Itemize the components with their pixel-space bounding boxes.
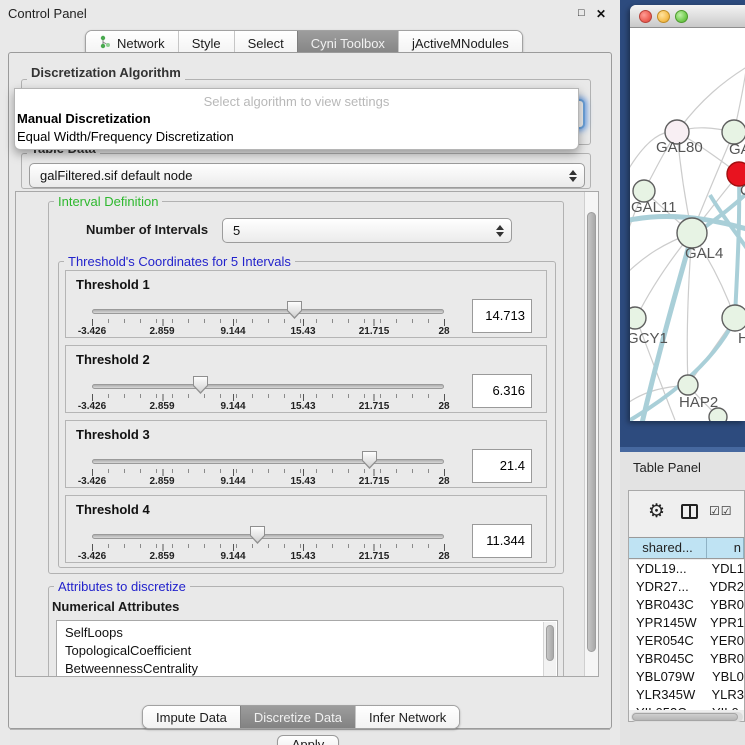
network-tab-icon — [99, 35, 112, 52]
svg-text:GAL80: GAL80 — [656, 139, 703, 156]
threshold-2-slider-handle[interactable] — [193, 376, 208, 394]
threshold-4-slider-track[interactable] — [92, 534, 444, 539]
threshold-1-slider-track[interactable] — [92, 309, 444, 314]
table-panel: Table Panel ⚙ ☑☑ shared... n YDL19...YDL… — [620, 452, 745, 745]
tab-infer-network[interactable]: Infer Network — [355, 706, 459, 728]
threshold-1-panel: Threshold 1 -3.4262.8599.14415.4321.7152… — [65, 270, 547, 338]
table-row[interactable]: YIL052CYIL0 — [629, 704, 744, 710]
threshold-1-label: Threshold 1 — [76, 277, 150, 292]
threshold-3-panel: Threshold 3 -3.4262.8599.14415.4321.7152… — [65, 420, 547, 488]
table-header-row: shared... n — [629, 537, 744, 559]
split-columns-icon[interactable] — [681, 504, 698, 519]
threshold-3-value-field[interactable]: 21.4 — [472, 449, 532, 483]
table-row[interactable]: YDR27...YDR2 — [629, 578, 744, 596]
settings-vertical-scrollbar[interactable] — [584, 192, 598, 676]
column-header-name[interactable]: n — [707, 538, 744, 558]
gear-icon[interactable]: ⚙ — [648, 500, 665, 523]
threshold-1-slider-handle[interactable] — [287, 301, 302, 319]
svg-text:GAL4: GAL4 — [685, 245, 723, 262]
number-of-intervals-spinner[interactable]: 5 — [222, 218, 512, 243]
table-horizontal-scrollbar[interactable] — [631, 712, 743, 722]
node-gcy1[interactable] — [630, 307, 646, 329]
table-row[interactable]: YBR043CYBR0 — [629, 596, 744, 614]
threshold-2-panel: Threshold 2 -3.4262.8599.14415.4321.7152… — [65, 345, 547, 413]
svg-text:H: H — [738, 330, 745, 347]
table-row[interactable]: YLR345WYLR3 — [629, 686, 744, 704]
scrollbar-thumb[interactable] — [632, 713, 738, 721]
cyni-toolbox-panel: Discretization Algorithm Table Data galF… — [8, 52, 612, 729]
svg-text:GA: GA — [729, 141, 745, 158]
settings-scroll-area: Interval Definition Number of Intervals … — [15, 191, 599, 677]
table-row[interactable]: YER054CYER0 — [629, 632, 744, 650]
table-data-combobox[interactable]: galFiltered.sif default node — [29, 163, 585, 188]
number-of-intervals-label: Number of Intervals — [86, 222, 208, 237]
spinner-stepper-icon — [495, 225, 504, 237]
apply-button[interactable]: Apply — [277, 735, 339, 745]
table-row[interactable]: YPR145WYPR1 — [629, 614, 744, 632]
close-icon[interactable]: ✕ — [596, 7, 606, 21]
table-rows: YDL19...YDL1 YDR27...YDR2 YBR043CYBR0 YP… — [629, 560, 744, 710]
threshold-3-label: Threshold 3 — [76, 427, 150, 442]
combo-stepper-icon — [568, 170, 577, 182]
mac-close-button[interactable] — [639, 10, 652, 23]
list-item[interactable]: BetweennessCentrality — [57, 660, 557, 677]
list-scrollbar[interactable] — [543, 622, 556, 677]
list-item[interactable]: TopologicalCoefficient — [57, 642, 557, 660]
panel-title: Control Panel — [8, 6, 87, 21]
dropdown-hint: Select algorithm to view settings — [15, 93, 578, 110]
list-item[interactable]: SelfLoops — [57, 624, 557, 642]
table-row[interactable]: YDL19...YDL1 — [629, 560, 744, 578]
column-header-shared[interactable]: shared... — [629, 538, 707, 558]
attributes-group-title: Attributes to discretize — [54, 579, 190, 594]
network-canvas[interactable]: GAL80 GA C GAL11 GAL4 GCY1 H HAP2 — [630, 28, 745, 421]
tab-impute-data[interactable]: Impute Data — [143, 706, 240, 728]
table-toolbar: ⚙ ☑☑ — [629, 491, 744, 536]
dropdown-option-equal-width[interactable]: Equal Width/Frequency Discretization — [15, 128, 578, 146]
checkbox-column-icons[interactable]: ☑☑ — [709, 504, 733, 518]
table-row[interactable]: YBR045CYBR0 — [629, 650, 744, 668]
table-panel-title: Table Panel — [633, 460, 701, 475]
cyni-bottom-tabs: Impute Data Discretize Data Infer Networ… — [142, 705, 460, 729]
network-window: GAL80 GA C GAL11 GAL4 GCY1 H HAP2 — [630, 5, 745, 421]
threshold-2-label: Threshold 2 — [76, 352, 150, 367]
threshold-2-value-field[interactable]: 6.316 — [472, 374, 532, 408]
algorithm-dropdown-popup: Select algorithm to view settings Manual… — [14, 88, 579, 150]
threshold-3-slider-handle[interactable] — [362, 451, 377, 469]
node-gal4[interactable] — [677, 218, 707, 248]
svg-text:GCY1: GCY1 — [630, 330, 668, 347]
float-window-icon[interactable]: □ — [578, 7, 585, 19]
threshold-4-panel: Threshold 4 -3.4262.8599.14415.4321.7152… — [65, 495, 547, 563]
tab-discretize-data[interactable]: Discretize Data — [240, 706, 355, 728]
threshold-4-slider-handle[interactable] — [250, 526, 265, 544]
numerical-attributes-list[interactable]: SelfLoops TopologicalCoefficient Between… — [56, 620, 558, 677]
threshold-4-value-field[interactable]: 11.344 — [472, 524, 532, 558]
mac-zoom-button[interactable] — [675, 10, 688, 23]
node-hap2[interactable] — [678, 375, 698, 395]
application-window: Control Panel □ ✕ Network Style Select C… — [0, 0, 745, 745]
numerical-attributes-label: Numerical Attributes — [52, 599, 179, 614]
thresholds-group-title: Threshold's Coordinates for 5 Intervals — [64, 254, 295, 269]
threshold-4-label: Threshold 4 — [76, 502, 150, 517]
control-panel-titlebar: Control Panel □ ✕ — [0, 0, 620, 28]
table-panel-body: ⚙ ☑☑ shared... n YDL19...YDL1 YDR27...YD… — [628, 490, 745, 722]
svg-text:GAL11: GAL11 — [631, 199, 677, 216]
node-h[interactable] — [722, 305, 745, 331]
table-row[interactable]: YBL079WYBL0 — [629, 668, 744, 686]
mac-minimize-button[interactable] — [657, 10, 670, 23]
network-view-frame: GAL80 GA C GAL11 GAL4 GCY1 H HAP2 — [620, 0, 745, 452]
threshold-2-slider-track[interactable] — [92, 384, 444, 389]
dropdown-option-manual[interactable]: Manual Discretization — [15, 110, 578, 128]
svg-text:C: C — [740, 182, 745, 199]
threshold-3-slider-track[interactable] — [92, 459, 444, 464]
interval-group-title: Interval Definition — [54, 194, 162, 209]
scrollbar-thumb[interactable] — [587, 212, 596, 652]
network-graph: GAL80 GA C GAL11 GAL4 GCY1 H HAP2 — [630, 28, 745, 421]
threshold-1-value-field[interactable]: 14.713 — [472, 299, 532, 333]
apply-strip: Apply — [10, 729, 610, 745]
network-window-titlebar[interactable] — [630, 5, 745, 28]
algorithm-group-title: Discretization Algorithm — [27, 65, 185, 80]
svg-text:HAP2: HAP2 — [679, 394, 718, 411]
